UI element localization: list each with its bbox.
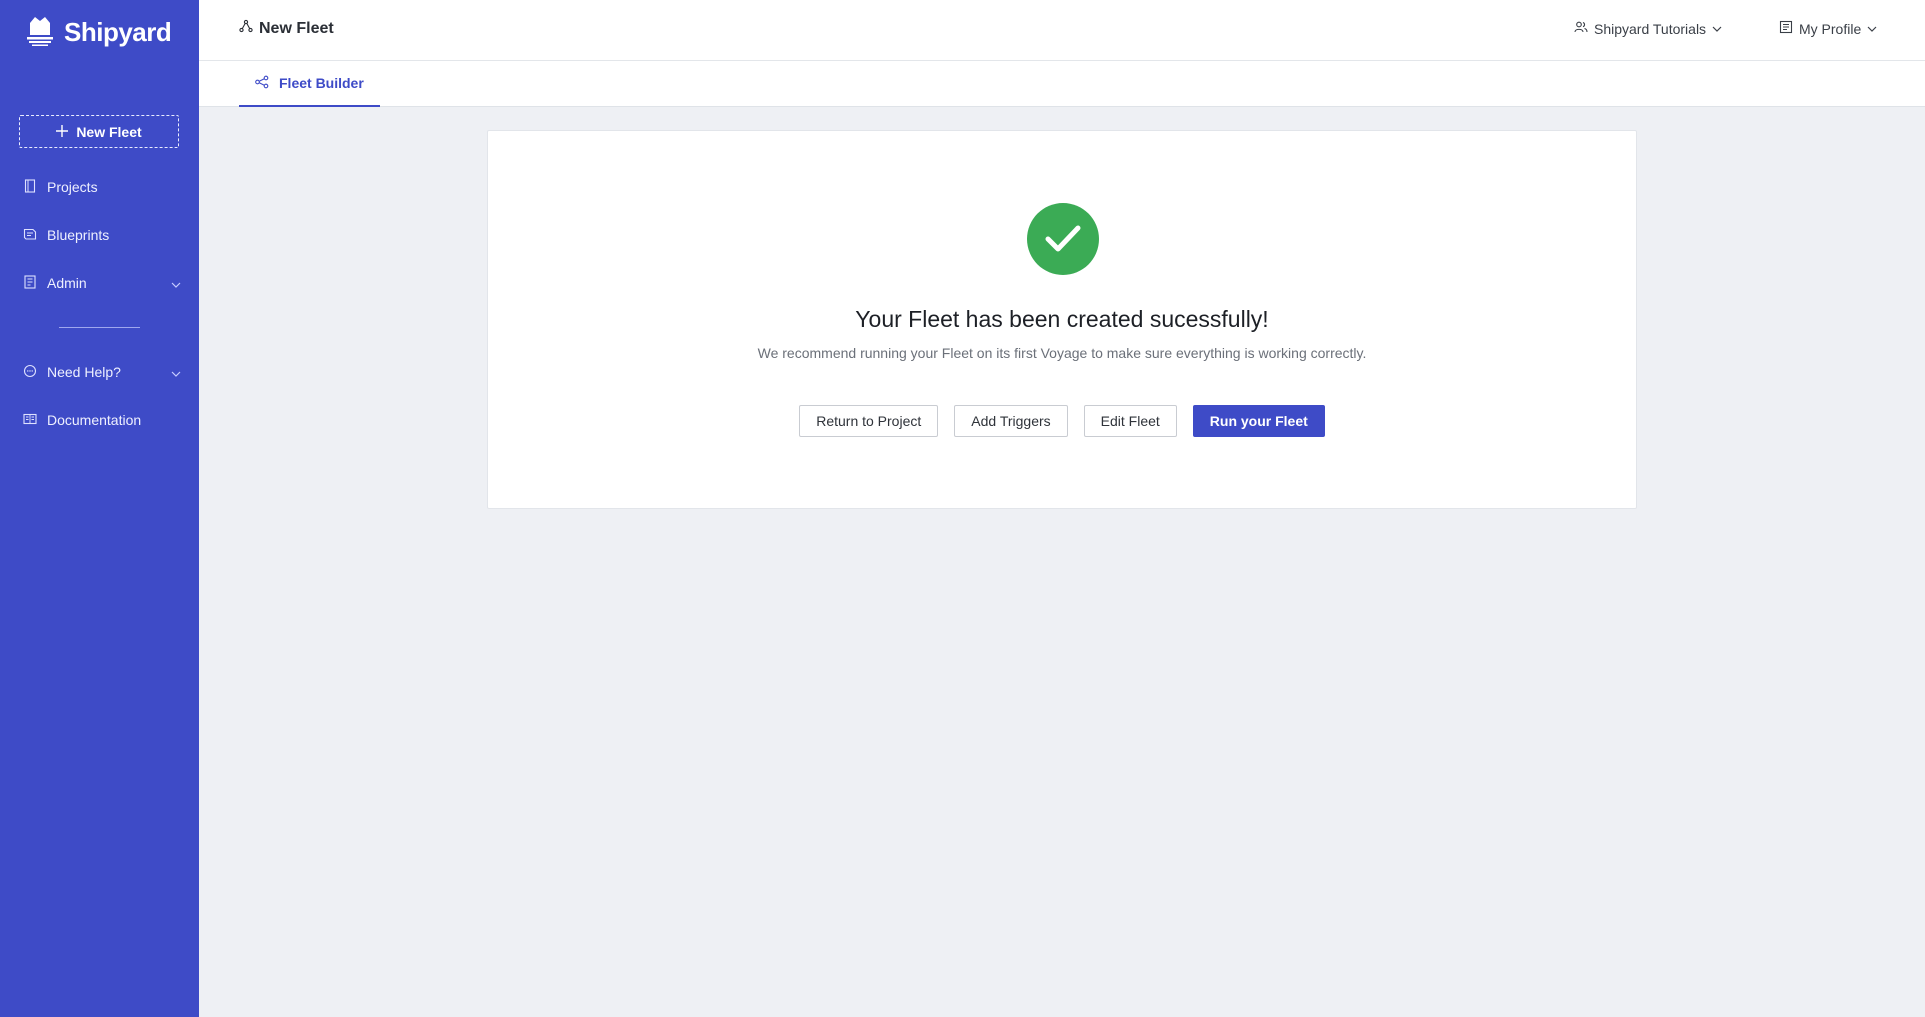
- add-triggers-button[interactable]: Add Triggers: [954, 405, 1068, 437]
- success-headline: Your Fleet has been created sucessfully!: [855, 306, 1269, 332]
- org-menu-label: Shipyard Tutorials: [1594, 20, 1707, 37]
- book-icon: [23, 412, 37, 429]
- sidebar-item-blueprints[interactable]: Blueprints: [0, 215, 199, 255]
- chevron-down-icon: [171, 277, 181, 293]
- success-card: Your Fleet has been created sucessfully!…: [487, 130, 1637, 509]
- edit-fleet-button[interactable]: Edit Fleet: [1083, 405, 1177, 437]
- brand-name: Shipyard: [64, 16, 172, 47]
- run-fleet-button[interactable]: Run your Fleet: [1192, 405, 1325, 437]
- document-icon: [23, 178, 37, 196]
- action-buttons: Return to Project Add Triggers Edit Flee…: [488, 405, 1636, 437]
- org-menu[interactable]: Shipyard Tutorials: [1574, 20, 1722, 37]
- admin-icon: [23, 274, 37, 292]
- page-title: New Fleet: [239, 19, 334, 38]
- profile-menu-label: My Profile: [1799, 20, 1862, 37]
- tab-label: Fleet Builder: [279, 75, 364, 91]
- blueprint-icon: [23, 227, 37, 244]
- chat-icon: [23, 364, 37, 381]
- tab-bar: Fleet Builder: [199, 61, 1925, 107]
- sidebar-item-projects[interactable]: Projects: [0, 167, 199, 207]
- sidebar-item-documentation[interactable]: Documentation: [0, 400, 199, 440]
- new-fleet-label: New Fleet: [76, 123, 142, 140]
- sidebar-item-label: Need Help?: [47, 364, 121, 380]
- sidebar-item-label: Documentation: [47, 412, 142, 428]
- sidebar-divider: [59, 327, 140, 328]
- return-to-project-button[interactable]: Return to Project: [799, 405, 939, 437]
- profile-icon: [1779, 20, 1793, 37]
- tab-fleet-builder[interactable]: Fleet Builder: [239, 61, 380, 107]
- sidebar-item-label: Blueprints: [47, 227, 110, 243]
- page-title-text: New Fleet: [259, 19, 334, 37]
- sidebar-item-label: Projects: [47, 179, 98, 195]
- top-header: New Fleet Shipyard Tutorials My Profile: [199, 0, 1925, 61]
- nodes-icon: [255, 75, 269, 92]
- sidebar-item-label: Admin: [47, 275, 87, 291]
- chevron-down-icon: [1712, 21, 1722, 37]
- shipyard-logo[interactable]: Shipyard: [24, 13, 172, 52]
- success-message: We recommend running your Fleet on its f…: [757, 345, 1367, 361]
- plus-icon: [56, 124, 69, 140]
- chevron-down-icon: [171, 366, 181, 382]
- check-circle-icon: [1027, 203, 1099, 275]
- chevron-down-icon: [1867, 21, 1877, 37]
- users-icon: [1574, 20, 1588, 37]
- profile-menu[interactable]: My Profile: [1779, 20, 1877, 37]
- sidebar: Shipyard New Fleet Projects Blueprints A…: [0, 0, 199, 1017]
- sidebar-item-need-help[interactable]: Need Help?: [0, 352, 199, 392]
- fleet-icon: [239, 19, 253, 38]
- sidebar-item-admin[interactable]: Admin: [0, 263, 199, 303]
- ship-logo-icon: [24, 13, 56, 52]
- new-fleet-button[interactable]: New Fleet: [19, 115, 179, 148]
